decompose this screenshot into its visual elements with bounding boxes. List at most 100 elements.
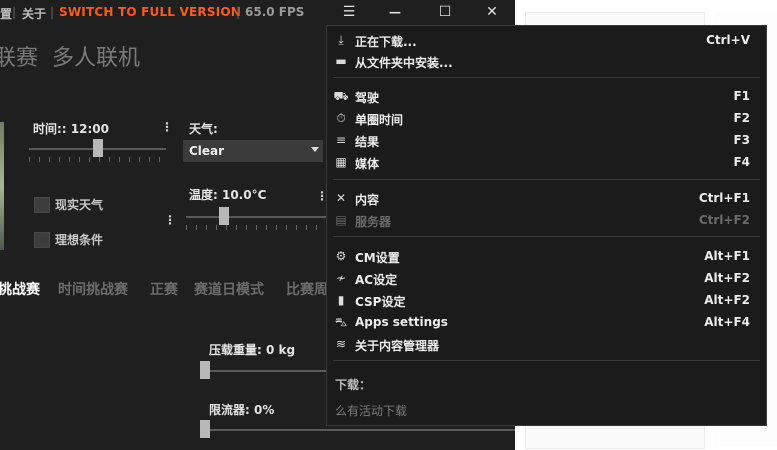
maximize-icon: ☐	[438, 4, 452, 20]
menu-item-label: 媒体	[355, 157, 380, 171]
separator: |	[12, 5, 17, 19]
menu-item-lap-times[interactable]: ⏱ 单圈时间 F2	[327, 108, 766, 128]
hamburger-menu-button[interactable]: ☰	[326, 0, 372, 24]
stopwatch-icon: ⏱	[336, 111, 346, 125]
tab-race-weekend[interactable]: 比赛周	[286, 279, 328, 299]
tab-challenge[interactable]: 挑战赛	[0, 279, 40, 299]
temperature-label: 温度: 10.0°C	[189, 188, 267, 202]
menu-item-about-content-manager[interactable]: ≋ 关于内容管理器	[327, 334, 766, 354]
menu-item-shortcut: F3	[733, 133, 750, 147]
weather-select[interactable]: Clear	[183, 140, 323, 162]
menu-divider	[333, 179, 760, 180]
about-icon: ≋	[335, 337, 347, 351]
time-slider-thumb[interactable]	[93, 139, 103, 157]
tab-race[interactable]: 正赛	[150, 279, 178, 299]
menu-item-downloading[interactable]: ⤓ 正在下载... Ctrl+V	[327, 30, 766, 50]
menu-item-shortcut: Ctrl+V	[706, 33, 750, 47]
menu-item-shortcut: F2	[733, 111, 750, 125]
menu-item-shortcut: Alt+F1	[704, 249, 750, 263]
menu-item-install-from-folder[interactable]: ▬ 从文件夹中安装...	[327, 51, 766, 71]
title-bar: 置 | 关于 | SWITCH TO FULL VERSION | 65.0 F…	[0, 0, 515, 24]
menu-item-ac-settings[interactable]: ≁ AC设定 Alt+F2	[327, 268, 766, 288]
switch-full-version-link[interactable]: SWITCH TO FULL VERSION	[59, 5, 241, 19]
minimize-icon: —	[389, 5, 401, 19]
server-icon: ▤	[335, 213, 347, 227]
menu-item-results[interactable]: ≡ 结果 F3	[327, 130, 766, 150]
menu-item-shortcut: Ctrl+F1	[698, 191, 750, 205]
real-weather-label: 现实天气	[55, 198, 104, 212]
tools-icon: ✕	[335, 191, 347, 205]
menu-item-apps-settings[interactable]: ⛍ Apps settings Alt+F4	[327, 312, 766, 332]
menu-item-shortcut: Alt+F4	[704, 315, 750, 329]
temperature-slider-track[interactable]	[186, 216, 326, 218]
menu-item-label: CSP设定	[355, 295, 406, 309]
multiplayer-heading[interactable]: 多人联机	[52, 40, 140, 72]
media-icon: ▦	[335, 155, 347, 169]
menu-item-cm-settings[interactable]: ⚙ CM设置 Alt+F1	[327, 246, 766, 266]
car-icon: ⛟	[333, 89, 349, 103]
real-weather-checkbox[interactable]	[34, 197, 50, 213]
menu-item-drive[interactable]: ⛟ 驾驶 F1	[327, 86, 766, 106]
track-preview-image	[0, 122, 4, 250]
time-options-icon[interactable]: ⋮	[161, 120, 173, 134]
menu-divider	[333, 360, 760, 361]
menu-item-label: AC设定	[355, 273, 398, 287]
temperature-slider-ticks	[186, 225, 326, 230]
menu-divider	[333, 236, 760, 237]
ballast-label: 压载重量: 0 kg	[209, 343, 296, 357]
menu-item-shortcut: F4	[733, 155, 750, 169]
about-link[interactable]: 关于	[22, 5, 46, 22]
restrictor-label: 限流器: 0%	[209, 403, 275, 417]
close-window-button[interactable]: ✕	[469, 0, 515, 24]
time-label: 时间:: 12:00	[33, 122, 109, 136]
conditions-options-icon[interactable]: ⋮	[164, 213, 176, 227]
gear-icon: ⚙	[335, 249, 347, 263]
close-icon: ✕	[486, 4, 498, 20]
menu-item-csp-settings[interactable]: ▮ CSP设定 Alt+F2	[327, 290, 766, 310]
menu-item-label: 结果	[355, 135, 380, 149]
menu-item-label: 单圈时间	[355, 113, 404, 127]
menu-item-shortcut: Ctrl+F2	[698, 213, 750, 227]
menu-item-label: 从文件夹中安装...	[355, 56, 453, 70]
ideal-conditions-checkbox[interactable]	[34, 232, 50, 248]
weather-value: Clear	[189, 144, 225, 158]
tab-time-challenge[interactable]: 时间挑战赛	[58, 279, 128, 299]
weather-label: 天气:	[189, 122, 218, 136]
menu-item-label: 驾驶	[355, 91, 380, 105]
main-dropdown-menu: ⤓ 正在下载... Ctrl+V ▬ 从文件夹中安装... ⛟ 驾驶 F1 ⏱ …	[326, 25, 767, 426]
downloads-title: 下载：	[335, 378, 372, 392]
maximize-button[interactable]: ☐	[422, 0, 468, 24]
download-icon: ⤓	[338, 33, 344, 47]
menu-item-shortcut: Alt+F2	[704, 293, 750, 307]
menu-item-label: CM设置	[355, 251, 400, 265]
menu-item-label: 关于内容管理器	[355, 339, 440, 353]
folder-icon: ▬	[335, 54, 347, 68]
list-icon: ≡	[335, 133, 347, 147]
restrictor-slider-thumb[interactable]	[200, 420, 210, 438]
separator: |	[50, 5, 55, 19]
menu-item-media[interactable]: ▦ 媒体 F4	[327, 152, 766, 172]
separator: |	[236, 5, 241, 19]
tab-track-day[interactable]: 赛道日模式	[194, 279, 264, 299]
menu-item-servers: ▤ 服务器 Ctrl+F2	[327, 210, 766, 230]
apps-car-icon: ⛍	[334, 315, 348, 329]
menu-divider	[333, 77, 760, 78]
minimize-button[interactable]: —	[372, 0, 418, 24]
temperature-slider-thumb[interactable]	[219, 207, 229, 225]
bookmark-icon: ▮	[337, 293, 345, 307]
menu-item-label: 服务器	[355, 215, 392, 229]
restrictor-slider-track[interactable]	[201, 429, 515, 431]
settings-link[interactable]: 置	[0, 5, 12, 22]
ac-settings-icon: ≁	[335, 271, 347, 285]
ballast-slider-thumb[interactable]	[200, 361, 210, 379]
menu-item-content[interactable]: ✕ 内容 Ctrl+F1	[327, 188, 766, 208]
menu-item-label: Apps settings	[355, 315, 448, 329]
downloads-empty-text: 么有活动下载	[335, 404, 408, 418]
ideal-conditions-label: 理想条件	[55, 233, 104, 247]
league-heading[interactable]: 联赛	[0, 40, 38, 72]
menu-item-shortcut: F1	[733, 89, 750, 103]
menu-item-label: 内容	[355, 193, 380, 207]
chevron-down-icon	[311, 147, 319, 152]
hamburger-icon: ☰	[342, 4, 356, 20]
menu-item-label: 正在下载...	[355, 35, 417, 49]
